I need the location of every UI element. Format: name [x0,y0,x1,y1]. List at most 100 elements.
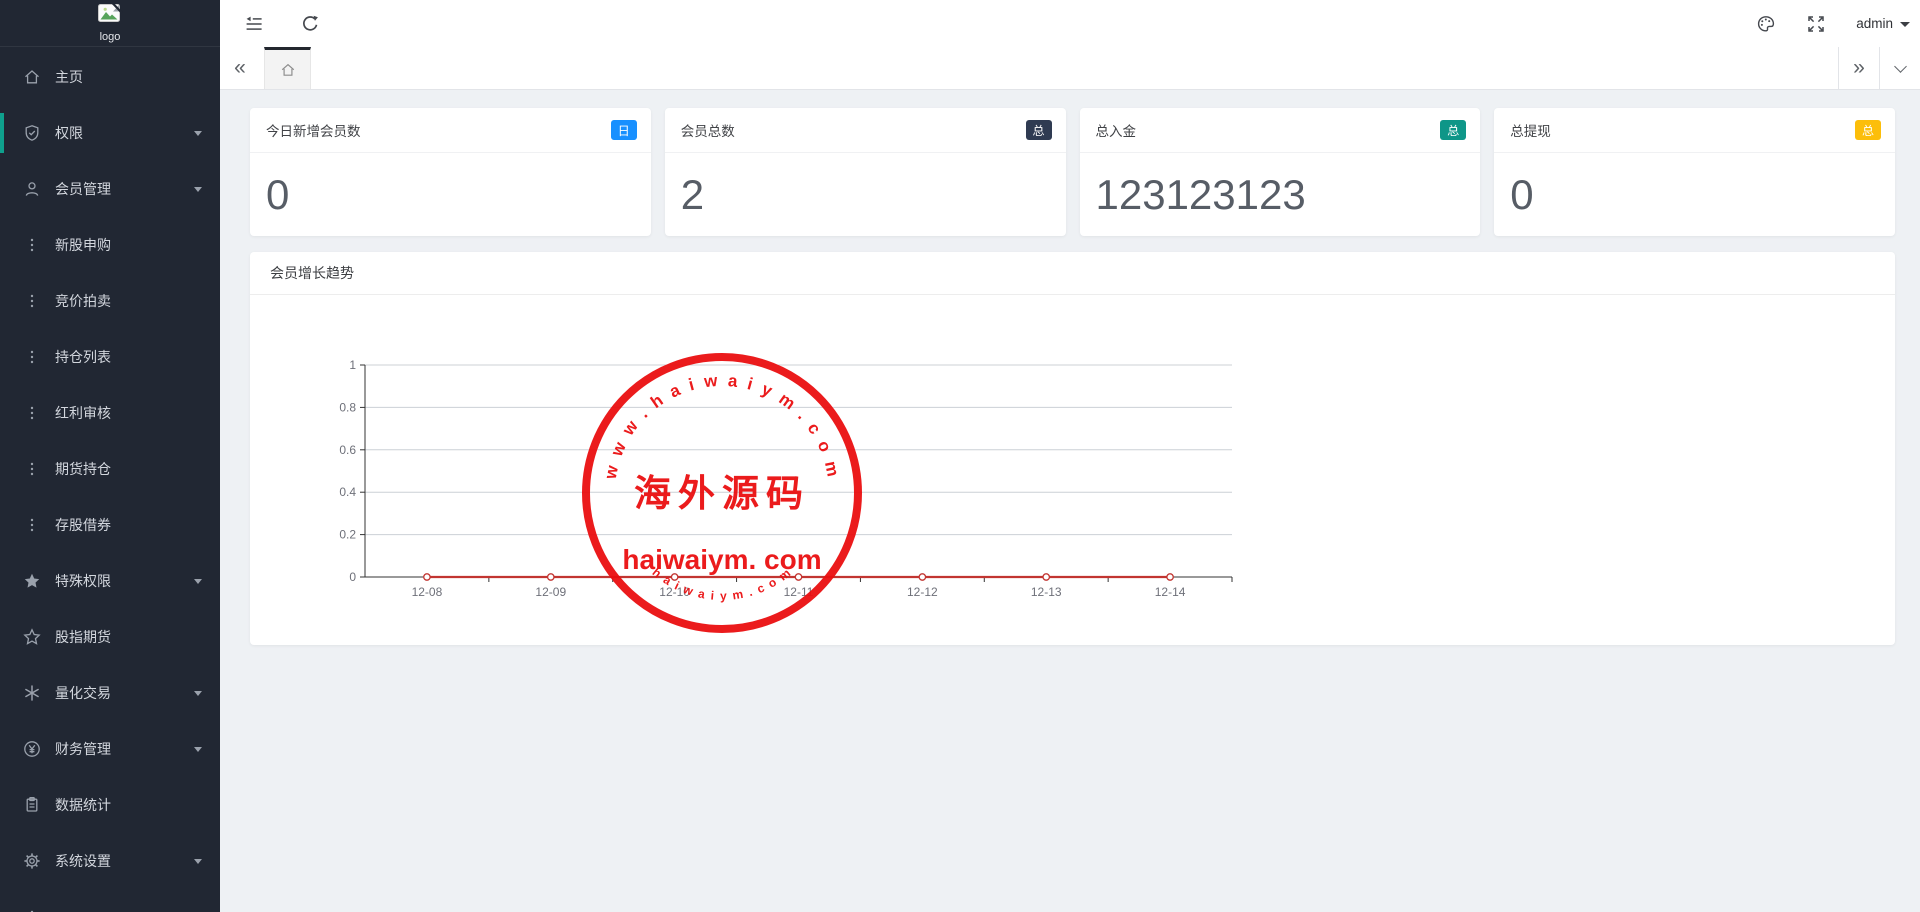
sidebar-item-label: 会员管理 [55,179,111,199]
svg-text:12-08: 12-08 [412,585,443,599]
gear-icon [23,852,41,870]
dots-vertical-icon [23,348,41,366]
svg-text:0.4: 0.4 [339,485,356,499]
tab-bar-controls: » [1838,47,1920,89]
fullscreen-icon[interactable] [1806,14,1826,34]
dots-vertical-icon [23,516,41,534]
sidebar-item-label: 存股借券 [55,515,111,535]
broken-logo-image-icon [97,3,123,30]
caret-down-icon [194,747,202,752]
tabs-scroll-right-button[interactable]: » [1839,47,1879,89]
star-filled-icon [23,572,41,590]
tabs-scroll-left-button[interactable]: « [220,47,260,89]
stat-card: 今日新增会员数日0 [250,108,651,236]
navbar-left [244,14,320,34]
sidebar-item-label: 竞价拍卖 [55,291,111,311]
sidebar: logo 主页权限会员管理新股申购竞价拍卖持仓列表红利审核期货持仓存股借券特殊权… [0,0,220,912]
svg-text:0.8: 0.8 [339,400,356,414]
svg-text:12-12: 12-12 [907,585,938,599]
svg-text:12-14: 12-14 [1155,585,1186,599]
svg-text:0: 0 [349,570,356,584]
sidebar-item-label: 新股申购 [55,235,111,255]
sidebar-item-index-futures[interactable]: 股指期货 [0,609,220,665]
caret-down-icon [194,579,202,584]
chart-title: 会员增长趋势 [250,252,1895,295]
svg-text:12-09: 12-09 [535,585,566,599]
stat-card-badge: 日 [611,120,637,140]
navbar-right: admin [1756,14,1910,34]
caret-down-icon [194,187,202,192]
svg-text:0.2: 0.2 [339,528,356,542]
sidebar-item-label: 主页 [55,67,83,87]
sidebar-item-members[interactable]: 会员管理 [0,161,220,217]
sidebar-item-finance[interactable]: 财务管理 [0,721,220,777]
refresh-icon[interactable] [300,14,320,34]
dots-vertical-icon [23,908,41,912]
tab-bar: « » [220,47,1920,90]
svg-text:12-13: 12-13 [1031,585,1062,599]
sidebar-item-label: 期货持仓 [55,459,111,479]
stat-card-value: 2 [665,153,1066,236]
sidebar-item-dividend-audit[interactable]: 红利审核 [0,385,220,441]
svg-text:0.6: 0.6 [339,443,356,457]
stat-card-value: 0 [1494,153,1895,236]
sidebar-item-positions[interactable]: 持仓列表 [0,329,220,385]
top-navbar: admin [220,0,1920,47]
sidebar-item-label: 系统设置 [55,851,111,871]
stat-card-value: 123123123 [1080,153,1481,236]
theme-palette-icon[interactable] [1756,14,1776,34]
sidebar-item-label: 数据统计 [55,795,111,815]
sidebar-item-label: 持仓列表 [55,347,111,367]
stat-card-title: 总提现 [1510,120,1551,140]
sidebar-item-statistics[interactable]: 数据统计 [0,777,220,833]
sidebar-item-permissions[interactable]: 权限 [0,105,220,161]
sidebar-item-home[interactable]: 主页 [0,49,220,105]
chevron-down-icon [1894,60,1907,73]
logo-area: logo [0,0,220,47]
svg-text:12-10: 12-10 [659,585,690,599]
logo-label: logo [100,31,121,43]
svg-text:1: 1 [349,358,356,372]
sidebar-item-quant-trading[interactable]: 量化交易 [0,665,220,721]
yen-circle-icon [23,740,41,758]
sidebar-item-special-permissions[interactable]: 特殊权限 [0,553,220,609]
asterisk-icon [23,684,41,702]
stat-card-badge: 总 [1440,120,1466,140]
svg-text:12-11: 12-11 [784,585,814,599]
clipboard-icon [23,796,41,814]
sidebar-item-stock-lending[interactable]: 存股借券 [0,497,220,553]
sidebar-item-label: 权限 [55,123,83,143]
stat-card-title: 今日新增会员数 [266,120,361,140]
admin-dropdown[interactable]: admin [1856,16,1910,31]
sidebar-item-ipo[interactable]: 新股申购 [0,217,220,273]
sidebar-item-auction[interactable]: 竞价拍卖 [0,273,220,329]
menu-fold-icon[interactable] [244,14,264,34]
user-icon [23,180,41,198]
stat-card: 会员总数 总 2 [665,108,1066,236]
stat-card-header: 总提现总 [1494,108,1895,153]
admin-username: admin [1856,16,1893,31]
home-icon [280,62,296,78]
tabs-menu-button[interactable] [1880,47,1920,89]
dots-vertical-icon [23,236,41,254]
page-content: 今日新增会员数日0会员总数总2总入金总123123123总提现总0 会员增长趋势… [220,90,1920,912]
sidebar-item-label: 特殊权限 [55,571,111,591]
sidebar-item-cutoff[interactable] [0,889,220,912]
tab-home[interactable] [264,47,311,89]
dots-vertical-icon [23,460,41,478]
sidebar-item-system-settings[interactable]: 系统设置 [0,833,220,889]
shield-check-icon [23,124,41,142]
stat-cards-row: 今日新增会员数日0会员总数总2总入金总123123123总提现总0 [250,108,1895,236]
caret-down-icon [194,131,202,136]
stat-card-header: 今日新增会员数 日 [250,108,651,153]
star-outline-icon [23,628,41,646]
sidebar-item-label: 股指期货 [55,627,111,647]
stat-card-title: 会员总数 [681,120,735,140]
dots-vertical-icon [23,404,41,422]
sidebar-item-label: 量化交易 [55,683,111,703]
sidebar-item-futures-positions[interactable]: 期货持仓 [0,441,220,497]
stat-card: 总提现总0 [1494,108,1895,236]
stat-card-badge: 总 [1026,120,1052,140]
growth-chart-svg: 0 0.2 0.4 0.6 0.8 1 12-08 12-09 12-10 12-11 12-12 1… [250,295,1895,645]
stat-card: 总入金总123123123 [1080,108,1481,236]
